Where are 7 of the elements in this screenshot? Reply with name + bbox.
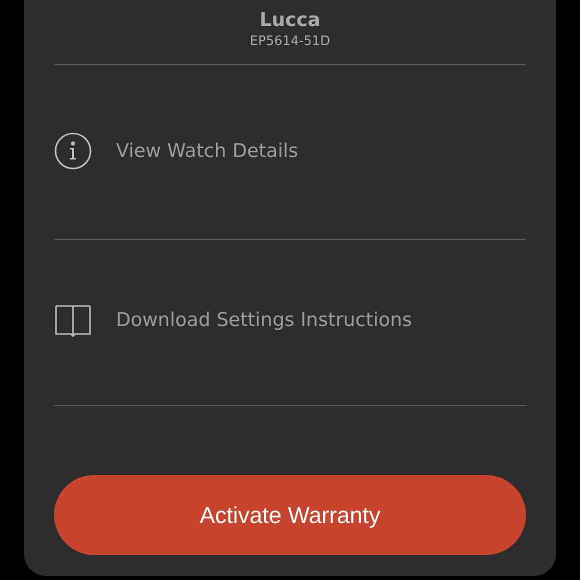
- watch-model: EP5614-51D: [250, 33, 330, 51]
- menu-item-label[interactable]: Download Settings Instructions: [116, 306, 412, 335]
- watch-name: Lucca: [260, 8, 320, 33]
- book-icon: [55, 304, 91, 336]
- menu-item-label[interactable]: View Watch Details: [116, 136, 298, 166]
- info-icon: [54, 132, 92, 170]
- activate-warranty-button[interactable]: Activate Warranty: [54, 475, 526, 555]
